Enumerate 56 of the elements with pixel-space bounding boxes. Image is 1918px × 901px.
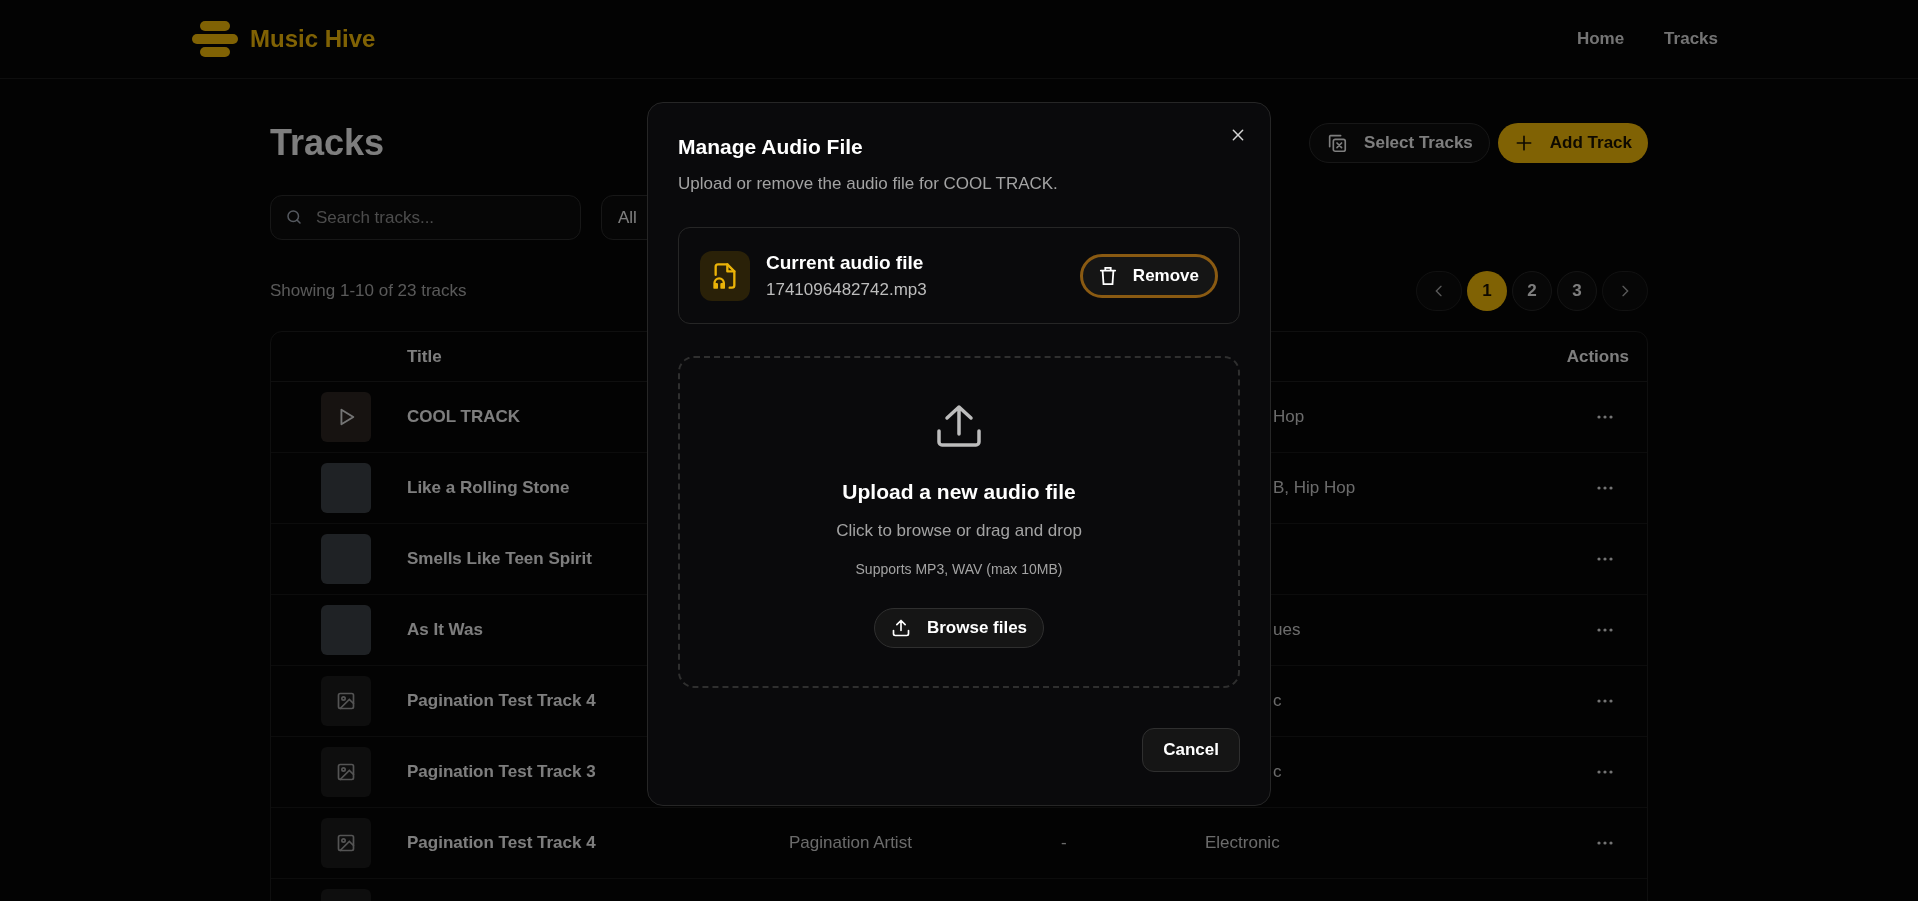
genre: c [1273, 762, 1282, 782]
more-icon [1597, 770, 1613, 774]
page-title: Tracks [270, 121, 385, 165]
remove-button[interactable]: Remove [1079, 253, 1218, 298]
search-field[interactable]: Search tracks... [270, 195, 581, 240]
dropzone[interactable]: Upload a new audio file Click to browse or drag and drop Supports MP3, WAV (max 10MB) Browse files [678, 356, 1240, 688]
track-title: As It Was [407, 620, 483, 640]
track-title: Pagination Test Track 4 [407, 691, 596, 711]
page-button[interactable]: 1 [1467, 271, 1507, 311]
column-header: Actions [1566, 345, 1630, 368]
upload-icon [936, 404, 982, 448]
genre: B, Hip Hop [1273, 478, 1356, 498]
search-icon [285, 208, 303, 226]
upload-icon [890, 618, 911, 638]
image-icon [336, 691, 356, 711]
app-name: Music Hive [250, 24, 376, 54]
track-title: Like a Rolling Stone [407, 478, 570, 498]
image-icon [336, 762, 356, 782]
cancel-button[interactable]: Cancel [1142, 728, 1240, 772]
current-file-label: Current audio file [766, 250, 925, 275]
more-icon [1597, 486, 1613, 490]
genre: c [1273, 691, 1282, 711]
image-icon [336, 833, 356, 853]
supported-formats: Supports MP3, WAV (max 10MB) [855, 560, 1063, 579]
column-header: Title [407, 345, 442, 368]
dialog-title: Manage Audio File [678, 134, 863, 160]
file-name: 1741096482742.mp3 [766, 279, 927, 301]
nav-link[interactable]: Tracks [1664, 26, 1718, 52]
trash-icon [1098, 265, 1117, 286]
results-summary: Showing 1-10 of 23 tracks [270, 280, 467, 303]
more-icon [1597, 841, 1613, 845]
album-name: - [1061, 833, 1067, 853]
deselect-icon [1326, 132, 1349, 154]
genre: Electronic [1205, 833, 1280, 853]
dropzone-hint: Click to browse or drag and drop [836, 519, 1082, 542]
dropzone-heading: Upload a new audio file [842, 479, 1076, 505]
page-button[interactable]: 2 [1512, 271, 1552, 311]
more-icon [1597, 415, 1613, 419]
more-icon [1597, 557, 1613, 561]
genre: Hop [1273, 407, 1305, 427]
track-title: Smells Like Teen Spirit [407, 549, 592, 569]
artist-name: Pagination Artist [789, 833, 912, 853]
audio-file-icon [700, 250, 750, 301]
page-button[interactable]: 3 [1557, 271, 1597, 311]
track-title: Pagination Test Track 4 [407, 833, 596, 853]
genre: ues [1273, 620, 1301, 640]
track-title: Pagination Test Track 3 [407, 762, 596, 782]
more-icon [1597, 628, 1613, 632]
logo-icon [192, 19, 238, 59]
select-tracks-button[interactable]: Select Tracks [1309, 123, 1490, 163]
add-track-button[interactable]: Add Track [1497, 123, 1648, 163]
track-title: COOL TRACK [407, 407, 520, 427]
more-icon [1597, 699, 1613, 703]
browse-files-button[interactable]: Browse files [873, 608, 1045, 648]
dialog-description: Upload or remove the audio file for COOL TRACK. [678, 172, 1058, 195]
nav-link[interactable]: Home [1576, 26, 1625, 52]
